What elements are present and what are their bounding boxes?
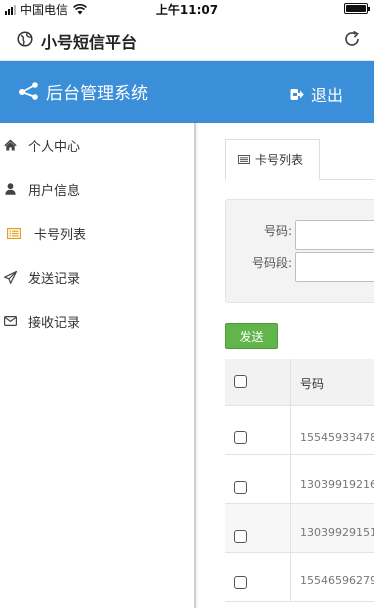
browser-title: 小号短信平台 [41, 33, 138, 52]
row-checkbox[interactable] [234, 576, 247, 589]
status-bar: 中国电信 上午11:07 [0, 0, 374, 18]
send-button[interactable]: 发送 [225, 323, 278, 349]
user-icon [4, 183, 16, 195]
row-number: 13039919216 [300, 478, 374, 491]
table-row: 15545933478 [225, 406, 374, 455]
status-time: 上午11:07 [155, 3, 219, 17]
row-checkbox[interactable] [234, 431, 247, 444]
header-number: 号码 [300, 377, 325, 391]
tab-card-list[interactable]: 卡号列表 [225, 139, 320, 180]
row-select-cell [225, 455, 291, 503]
app-header: 后台管理系统 退出 [0, 61, 374, 123]
sidebar-item-label: 个人中心 [28, 139, 81, 155]
sidebar-item-label: 发送记录 [28, 271, 81, 287]
sidebar-item-card-list[interactable]: 卡号列表 [0, 211, 194, 255]
table-row: 13039919216 [225, 455, 374, 504]
send-icon [3, 270, 17, 284]
app-title: 后台管理系统 [46, 84, 148, 104]
share-icon [19, 82, 38, 100]
list-icon [238, 155, 250, 164]
logout-button[interactable]: 退出 [290, 82, 343, 106]
sidebar-item-label: 接收记录 [28, 315, 81, 331]
search-panel: 号码: 号码段: [225, 199, 374, 303]
battery-icon [344, 3, 370, 14]
main-content: 卡号列表 号码: 号码段: 发送 号码 15545933478 13039919… [198, 123, 374, 608]
sidebar-item-label: 用户信息 [28, 183, 81, 199]
sidebar: 个人中心 用户信息 卡号列表 发送记录 接收记录 [0, 123, 196, 608]
number-range-input[interactable] [295, 252, 374, 282]
sign-out-icon [290, 88, 304, 100]
browser-bar: 小号短信平台 [0, 18, 374, 61]
envelope-icon [3, 316, 17, 326]
list-icon [7, 227, 21, 239]
sidebar-item-send-log[interactable]: 发送记录 [0, 255, 194, 299]
row-number: 15545933478 [300, 431, 374, 444]
number-input[interactable] [295, 220, 374, 250]
home-icon [3, 139, 17, 151]
row-select-cell [225, 406, 291, 454]
reload-icon[interactable] [342, 29, 362, 49]
table-row: 15546596279 [225, 553, 374, 602]
sidebar-item-user-info[interactable]: 用户信息 [0, 167, 194, 211]
table-header: 号码 [225, 359, 374, 406]
row-number: 13039929151 [300, 526, 374, 539]
globe-icon [17, 31, 33, 47]
select-all-checkbox[interactable] [234, 375, 247, 388]
number-label: 号码: [263, 224, 292, 238]
row-checkbox[interactable] [234, 530, 247, 543]
sidebar-item-receive-log[interactable]: 接收记录 [0, 299, 194, 343]
tab-label: 卡号列表 [255, 153, 304, 167]
row-checkbox[interactable] [234, 481, 247, 494]
logout-label: 退出 [311, 86, 344, 105]
table-row: 13039929151 [225, 504, 374, 553]
row-number: 15546596279 [300, 574, 374, 587]
number-range-label: 号码段: [251, 256, 292, 270]
sidebar-item-label: 卡号列表 [34, 227, 87, 243]
sidebar-item-profile[interactable]: 个人中心 [0, 123, 194, 167]
row-select-cell [225, 504, 291, 552]
